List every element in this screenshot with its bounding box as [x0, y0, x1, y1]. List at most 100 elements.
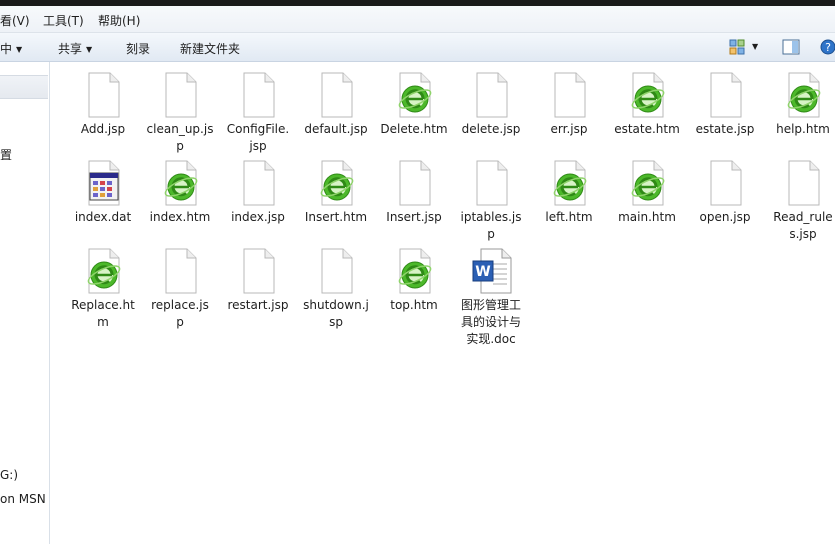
blank-document-icon — [554, 72, 586, 118]
file-item[interactable]: open.jsp — [686, 150, 764, 226]
view-options-icon[interactable] — [729, 39, 745, 55]
help-icon[interactable]: ? — [820, 39, 835, 55]
file-name-line: 具的设计与 — [460, 315, 521, 329]
file-name-line: left.htm — [545, 210, 593, 224]
file-item[interactable]: restart.jsp — [219, 238, 297, 314]
file-name-line: m — [97, 315, 109, 329]
file-item[interactable]: err.jsp — [530, 62, 608, 138]
blank-document-icon — [165, 72, 197, 118]
file-item[interactable]: default.jsp — [297, 62, 375, 138]
file-item[interactable]: help.htm — [764, 62, 835, 138]
html-document-icon — [87, 248, 121, 294]
file-icon — [83, 248, 123, 294]
file-name-label: top.htm — [375, 297, 453, 314]
file-item[interactable]: estate.jsp — [686, 62, 764, 138]
file-item[interactable]: Insert.jsp — [375, 150, 453, 226]
file-name-line: 实现.doc — [466, 332, 516, 346]
file-item[interactable]: Insert.htm — [297, 150, 375, 226]
file-item[interactable]: ConfigFile. jsp — [219, 62, 297, 155]
file-item[interactable]: clean_up.js p — [141, 62, 219, 155]
file-name-label: delete.jsp — [452, 121, 530, 138]
file-name-label: default.jsp — [297, 121, 375, 138]
file-name-line: estate.jsp — [695, 122, 755, 136]
file-name-line: Insert.jsp — [386, 210, 442, 224]
html-document-icon — [398, 72, 432, 118]
chevron-down-icon: ▼ — [86, 45, 93, 54]
view-dropdown-chevron-icon[interactable]: ▼ — [752, 42, 758, 58]
nav-selected-item[interactable] — [0, 75, 48, 99]
file-name-line: delete.jsp — [461, 122, 521, 136]
file-item[interactable]: top.htm — [375, 238, 453, 314]
file-item[interactable]: index.htm — [141, 150, 219, 226]
blank-document-icon — [710, 72, 742, 118]
file-item[interactable]: Add.jsp — [64, 62, 142, 138]
nav-item-msn[interactable]: on MSN — [0, 492, 46, 506]
file-icon — [238, 160, 278, 206]
menu-view[interactable]: 看(V) — [0, 12, 30, 29]
new-folder-button[interactable]: 新建文件夹 — [180, 40, 240, 57]
file-icon — [160, 248, 200, 294]
file-icon — [705, 72, 745, 118]
file-item[interactable]: index.dat — [64, 150, 142, 226]
file-name-label: Replace.ht m — [64, 297, 142, 331]
file-name-line: help.htm — [776, 122, 830, 136]
file-item[interactable]: delete.jsp — [452, 62, 530, 138]
file-name-line: Add.jsp — [80, 122, 126, 136]
file-name-line: restart.jsp — [227, 298, 289, 312]
file-icon — [394, 72, 434, 118]
file-name-line: err.jsp — [550, 122, 588, 136]
command-bar: 中 ▼ 共享 ▼ 刻录 新建文件夹 ▼ ? — [0, 33, 835, 62]
file-icon — [471, 72, 511, 118]
file-icon — [471, 160, 511, 206]
file-item[interactable]: estate.htm — [608, 62, 686, 138]
html-document-icon — [164, 160, 198, 206]
menu-help[interactable]: 帮助(H) — [98, 12, 140, 29]
file-icon — [238, 248, 278, 294]
burn-button[interactable]: 刻录 — [126, 40, 150, 57]
file-name-line: iptables.js — [460, 210, 522, 224]
blank-document-icon — [399, 160, 431, 206]
file-name-label: Add.jsp — [64, 121, 142, 138]
file-item[interactable]: main.htm — [608, 150, 686, 226]
blank-document-icon — [476, 72, 508, 118]
file-name-line: ConfigFile. — [226, 122, 290, 136]
blank-document-icon — [710, 160, 742, 206]
include-in-library-button[interactable]: 中 ▼ — [0, 40, 22, 57]
blank-document-icon — [788, 160, 820, 206]
file-icon — [705, 160, 745, 206]
nav-item-drive[interactable]: G:) — [0, 468, 18, 482]
blank-document-icon — [243, 248, 275, 294]
file-name-label: shutdown.j sp — [297, 297, 375, 331]
file-item[interactable]: index.jsp — [219, 150, 297, 226]
file-name-line: open.jsp — [699, 210, 751, 224]
file-item[interactable]: shutdown.j sp — [297, 238, 375, 331]
file-item[interactable]: replace.js p — [141, 238, 219, 331]
file-name-label: replace.js p — [141, 297, 219, 331]
nav-item-0[interactable]: 置 — [0, 146, 12, 163]
blank-document-icon — [243, 160, 275, 206]
file-name-label: Delete.htm — [375, 121, 453, 138]
navigation-pane[interactable]: 置 G:) on MSN — [0, 62, 50, 544]
file-name-line: index.htm — [149, 210, 211, 224]
file-name-line: clean_up.js — [146, 122, 214, 136]
file-item[interactable]: Replace.ht m — [64, 238, 142, 331]
file-name-label: Read_rule s.jsp — [764, 209, 835, 243]
file-name-line: s.jsp — [789, 227, 817, 241]
preview-pane-icon[interactable] — [782, 39, 800, 55]
share-button[interactable]: 共享 ▼ — [58, 40, 92, 57]
file-icon — [549, 72, 589, 118]
file-name-line: estate.htm — [614, 122, 680, 136]
svg-text:?: ? — [825, 41, 831, 54]
file-item[interactable]: Delete.htm — [375, 62, 453, 138]
file-name-label: estate.jsp — [686, 121, 764, 138]
file-item[interactable]: iptables.js p — [452, 150, 530, 243]
html-document-icon — [553, 160, 587, 206]
file-item[interactable]: left.htm — [530, 150, 608, 226]
file-item[interactable]: W 图形管理工 具的设计与 实现.doc — [452, 238, 530, 348]
data-file-icon — [88, 160, 120, 206]
file-icon — [238, 72, 278, 118]
html-document-icon — [320, 160, 354, 206]
file-item[interactable]: Read_rule s.jsp — [764, 150, 835, 243]
menu-tools[interactable]: 工具(T) — [43, 12, 84, 29]
html-document-icon — [631, 72, 665, 118]
